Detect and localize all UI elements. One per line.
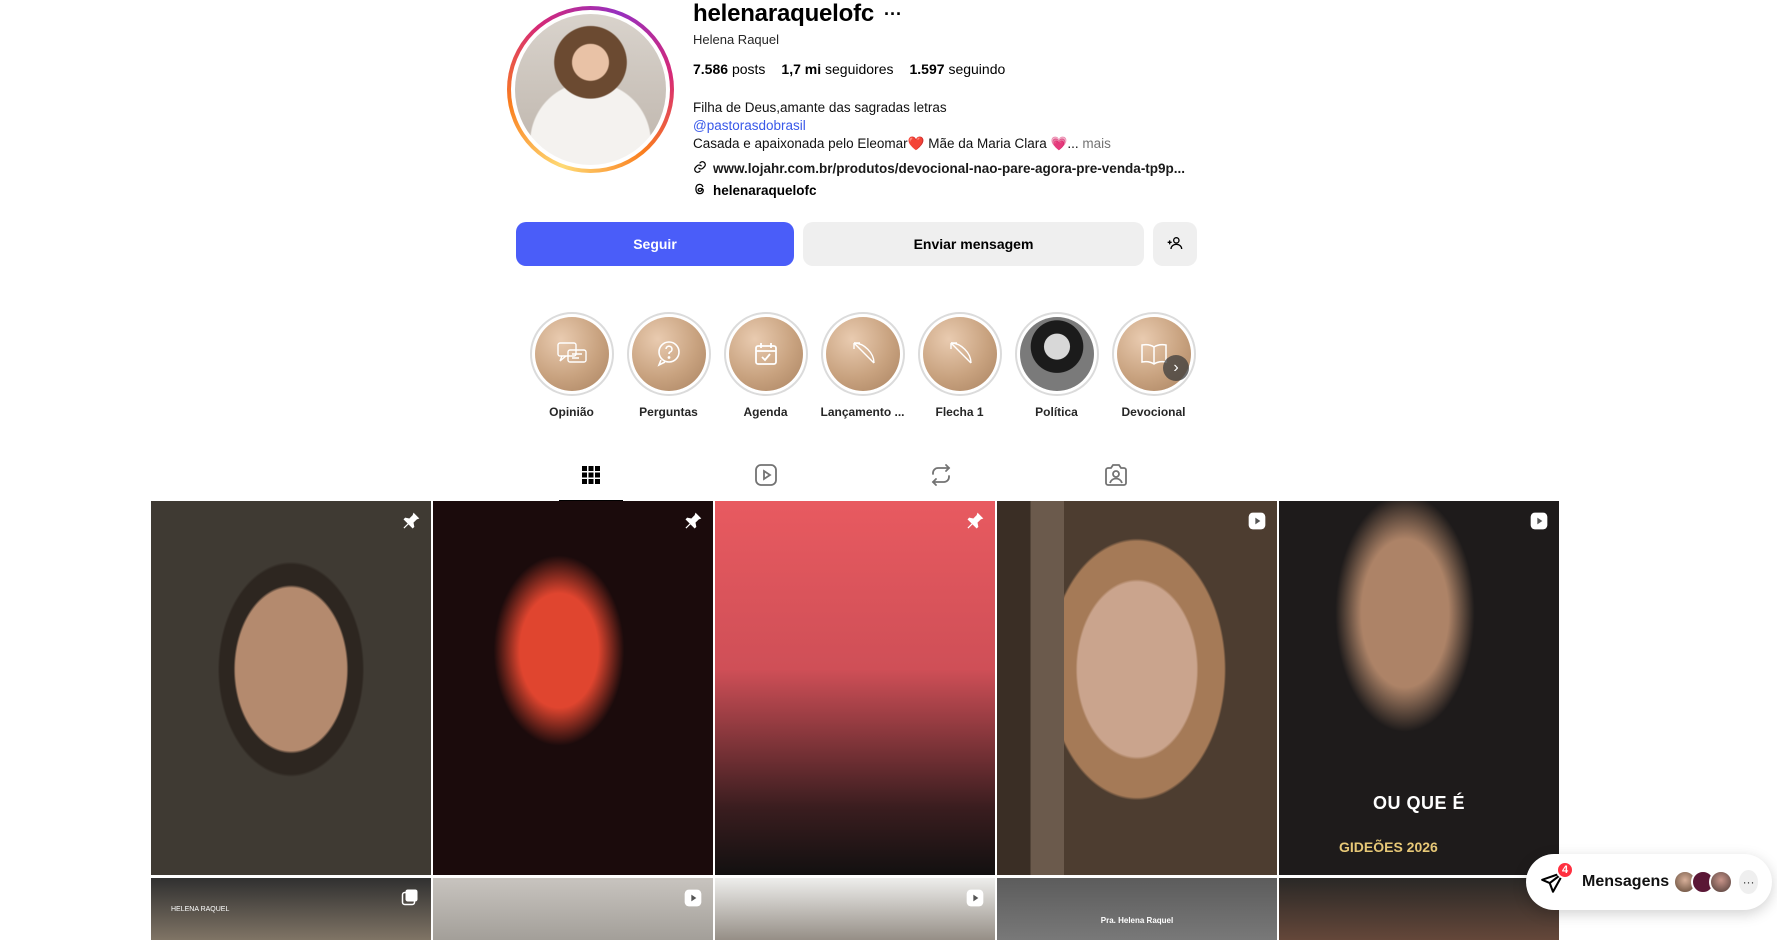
post-thumbnail[interactable] [715, 501, 995, 875]
pin-icon [965, 511, 985, 531]
reels-icon [754, 463, 778, 492]
question-icon [631, 317, 706, 391]
bio-line: Casada e apaixonada pelo Eleomar❤️ Mãe d… [693, 136, 1111, 151]
profile-avatar[interactable] [507, 6, 674, 173]
post-thumbnail[interactable]: Pra. Helena Raquel [997, 878, 1277, 940]
profile-external-link[interactable]: www.lojahr.com.br/produtos/devocional-na… [693, 160, 1185, 177]
tab-posts[interactable] [558, 455, 623, 502]
add-person-icon [1167, 235, 1183, 254]
tab-tagged[interactable] [1084, 455, 1148, 500]
stat-followers[interactable]: 1,7 mi seguidores [781, 61, 893, 77]
avatar [1709, 870, 1734, 894]
tab-reels[interactable] [734, 455, 798, 500]
reel-icon [683, 888, 703, 908]
stat-posts: 7.586 posts [693, 61, 766, 77]
profile-full-name: Helena Raquel [693, 32, 780, 47]
post-logo-text: GIDEÕES 2026 [1339, 839, 1438, 855]
calendar-icon [728, 317, 803, 391]
post-thumbnail[interactable] [433, 878, 713, 940]
post-thumbnail[interactable]: HELENA RAQUEL [151, 878, 431, 940]
reel-icon [1247, 511, 1267, 531]
link-icon [693, 160, 707, 177]
suggested-accounts-button[interactable] [1153, 222, 1197, 266]
highlight-photo [1019, 317, 1094, 391]
highlights-next-button[interactable]: › [1163, 355, 1189, 381]
reel-icon [1529, 511, 1549, 531]
post-caption: OU QUE É [1372, 793, 1465, 813]
recent-chat-avatars [1673, 870, 1734, 894]
threads-icon [693, 182, 707, 199]
post-watermark: HELENA RAQUEL [171, 906, 230, 913]
follow-button[interactable]: Seguir [516, 222, 794, 266]
messenger-icon: 4 [1540, 861, 1574, 895]
highlight-flecha-1[interactable]: Flecha 1 [917, 312, 1002, 419]
tab-reposts[interactable] [909, 455, 973, 500]
profile-bio: Filha de Deus,amante das sagradas letras… [693, 99, 1111, 153]
post-thumbnail[interactable] [715, 878, 995, 940]
highlight-agenda[interactable]: Agenda [723, 312, 808, 419]
pin-icon [683, 511, 703, 531]
highlight-perguntas[interactable]: Perguntas [626, 312, 711, 419]
post-thumbnail[interactable] [997, 501, 1277, 875]
posts-grid: OU QUE É GIDEÕES 2026 HELENA RAQUEL Pra.… [151, 501, 1559, 940]
bow-arrow-icon [922, 317, 997, 391]
post-thumbnail[interactable] [1279, 878, 1559, 940]
bio-mention-link[interactable]: @pastorasdobrasil [693, 117, 1111, 135]
post-thumbnail[interactable] [151, 501, 431, 875]
reel-icon [965, 888, 985, 908]
messages-label: Mensagens [1582, 873, 1670, 890]
post-thumbnail[interactable] [433, 501, 713, 875]
tagged-icon [1104, 463, 1128, 492]
chat-icon [534, 317, 609, 391]
highlight-lancamento[interactable]: Lançamento ... [820, 312, 905, 419]
send-message-button[interactable]: Enviar mensagem [803, 222, 1144, 266]
post-thumbnail[interactable]: OU QUE É GIDEÕES 2026 [1279, 501, 1559, 875]
post-watermark: Pra. Helena Raquel [1100, 916, 1174, 925]
unread-badge: 4 [1556, 861, 1574, 879]
repost-icon [929, 463, 953, 492]
carousel-icon [401, 888, 421, 908]
messages-dock[interactable]: 4 Mensagens ··· [1526, 854, 1772, 910]
chevron-right-icon: › [1173, 359, 1179, 376]
bio-more-link[interactable]: mais [1082, 136, 1111, 151]
bio-line: Filha de Deus,amante das sagradas letras [693, 100, 947, 115]
profile-tabs [503, 455, 1203, 502]
highlight-politica[interactable]: Política [1014, 312, 1099, 419]
stat-following[interactable]: 1.597 seguindo [910, 61, 1006, 77]
more-chats-icon: ··· [1739, 870, 1758, 894]
bow-arrow-icon [825, 317, 900, 391]
highlight-opiniao[interactable]: Opinião [529, 312, 614, 419]
profile-stats: 7.586 posts 1,7 mi seguidores 1.597 segu… [693, 61, 1005, 77]
story-highlights: Opinião Perguntas Agenda Lançamento ... … [529, 312, 1196, 419]
grid-icon [581, 465, 601, 490]
pin-icon [401, 511, 421, 531]
profile-username: helenaraquelofc [693, 0, 875, 27]
options-icon[interactable]: ··· [884, 4, 902, 25]
threads-link[interactable]: helenaraquelofc [693, 182, 817, 199]
